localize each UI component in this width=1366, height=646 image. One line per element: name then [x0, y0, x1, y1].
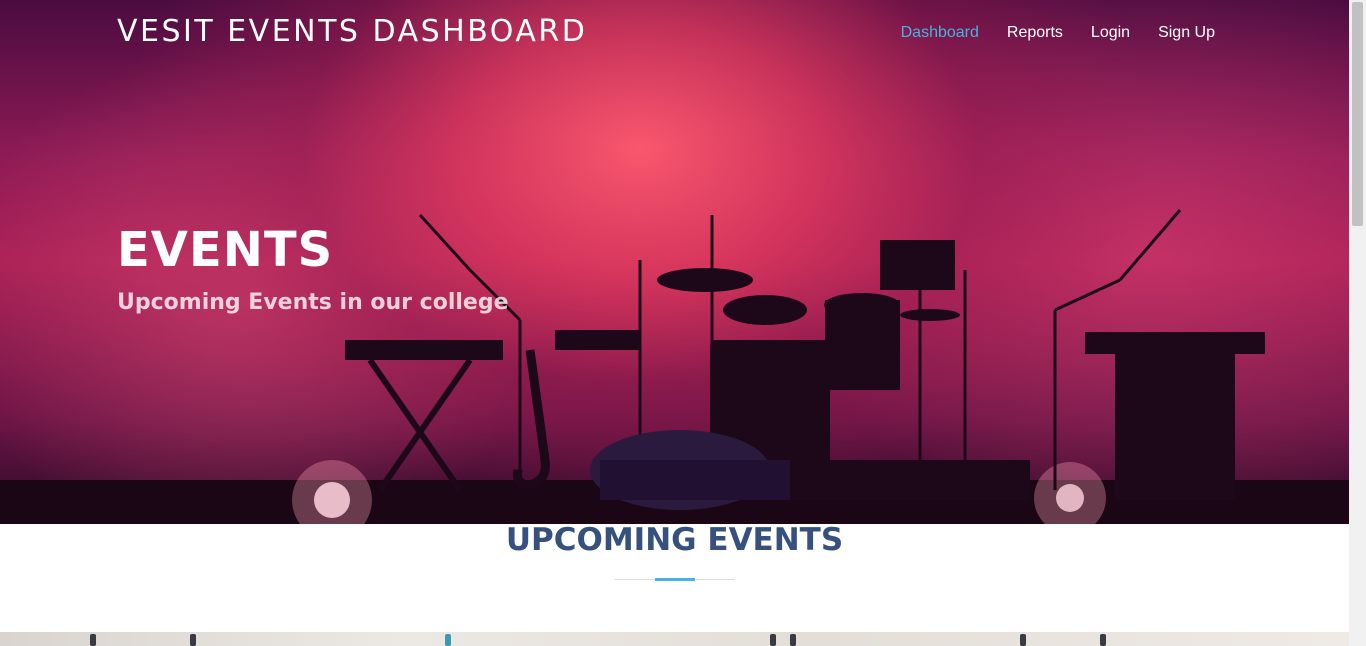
page: VESIT EVENTS DASHBOARD Dashboard Reports… — [0, 0, 1366, 646]
nav-link-signup[interactable]: Sign Up — [1158, 24, 1215, 42]
main-nav: Dashboard Reports Login Sign Up — [901, 24, 1215, 42]
page-scrollbar[interactable] — [1349, 0, 1366, 646]
nav-link-dashboard[interactable]: Dashboard — [901, 24, 979, 42]
hero-section: VESIT EVENTS DASHBOARD Dashboard Reports… — [0, 0, 1349, 524]
section-title: UPCOMING EVENTS — [505, 522, 844, 558]
hero-title: EVENTS — [117, 222, 334, 278]
section-divider-accent — [655, 578, 695, 581]
nav-link-reports[interactable]: Reports — [1007, 24, 1063, 42]
event-image-preview — [0, 632, 1349, 646]
hero-subtitle: Upcoming Events in our college — [117, 290, 509, 315]
scrollbar-thumb[interactable] — [1352, 2, 1363, 226]
site-brand-logo[interactable]: VESIT EVENTS DASHBOARD — [117, 14, 587, 49]
nav-link-login[interactable]: Login — [1091, 24, 1130, 42]
